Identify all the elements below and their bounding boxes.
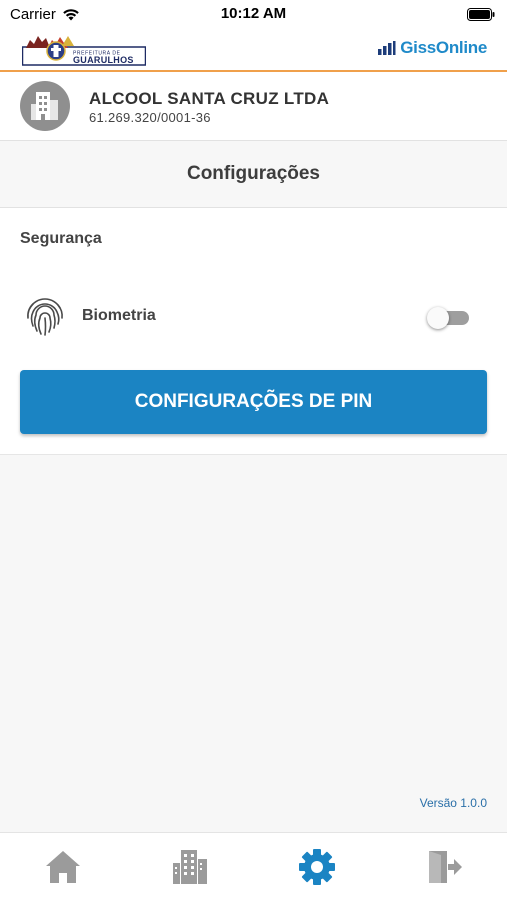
security-settings-panel: Segurança Biometria CONFIGURAÇÕES DE PIN [0,208,507,455]
tab-companies[interactable] [127,833,254,901]
status-bar: Carrier 10:12 AM [0,0,507,28]
building-icon [31,92,58,120]
tab-home[interactable] [0,833,127,901]
company-name: ALCOOL SANTA CRUZ LTDA [89,89,330,108]
brand-bar: PREFEITURA DE GUARULHOS GissOnline [0,28,507,72]
page-title: Configurações [186,163,321,184]
company-cnpj: 61.269.320/0001-36 [89,110,211,125]
gear-icon [298,849,335,885]
logout-icon [428,851,462,883]
fingerprint-icon [27,298,63,336]
company-avatar [20,81,70,131]
prefeitura-city-text: GUARULHOS [73,55,134,65]
toggle-thumb [427,307,449,329]
version-label: Versão 1.0.0 [419,796,487,810]
prefeitura-guarulhos-logo: PREFEITURA DE GUARULHOS [22,36,146,66]
pin-settings-button[interactable]: CONFIGURAÇÕES DE PIN [20,370,487,434]
page-title-bar: Configurações [0,141,507,208]
buildings-icon [173,850,208,884]
clock: 10:12 AM [220,5,287,22]
biometrics-label: Biometria [82,307,156,324]
tab-settings[interactable] [254,833,381,901]
biometrics-row: Biometria [0,288,507,344]
signal-bars-icon [378,41,396,55]
biometrics-toggle[interactable] [427,307,471,329]
tab-logout[interactable] [380,833,507,901]
company-header[interactable]: ALCOOL SANTA CRUZ LTDA 61.269.320/0001-3… [0,72,507,141]
gissonline-logo: GissOnline [378,38,487,58]
home-icon [46,851,81,883]
tab-bar [0,832,507,901]
gissonline-text: GissOnline [400,38,487,57]
security-section-title: Segurança [20,230,102,247]
